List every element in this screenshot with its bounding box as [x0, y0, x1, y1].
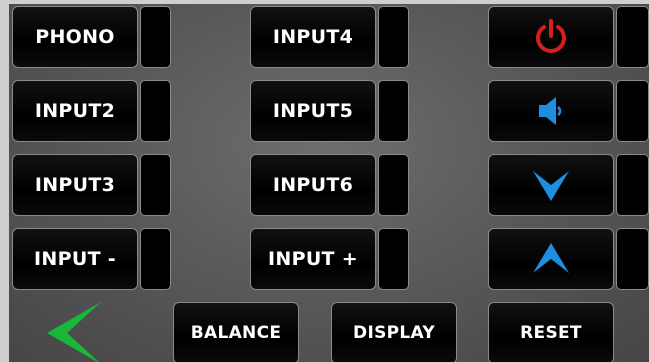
input-minus-button[interactable]: INPUT -	[12, 228, 138, 290]
up-button[interactable]	[488, 228, 614, 290]
reset-button[interactable]: RESET	[488, 302, 614, 362]
remote-control-panel: PHONO INPUT2 INPUT3 INPUT - INPUT4 INPUT…	[0, 0, 649, 362]
power-icon	[536, 19, 566, 53]
input5-side-tab	[378, 80, 409, 142]
down-button[interactable]	[488, 154, 614, 216]
top-frame-strip	[0, 0, 649, 4]
input-plus-side-tab	[378, 228, 409, 290]
speaker-icon	[539, 97, 562, 125]
input5-button[interactable]: INPUT5	[250, 80, 376, 142]
balance-button[interactable]: BALANCE	[173, 302, 299, 362]
input6-button[interactable]: INPUT6	[250, 154, 376, 216]
power-button[interactable]	[488, 6, 614, 68]
input-plus-button[interactable]: INPUT +	[250, 228, 376, 290]
back-button[interactable]	[45, 302, 105, 362]
input2-button[interactable]: INPUT2	[12, 80, 138, 142]
input4-side-tab	[378, 6, 409, 68]
phono-side-tab	[140, 6, 171, 68]
input-minus-side-tab	[140, 228, 171, 290]
input3-button[interactable]: INPUT3	[12, 154, 138, 216]
up-side-tab	[616, 228, 649, 290]
phono-button[interactable]: PHONO	[12, 6, 138, 68]
input2-side-tab	[140, 80, 171, 142]
back-arrow-icon	[47, 302, 101, 362]
volume-side-tab	[616, 80, 649, 142]
input6-side-tab	[378, 154, 409, 216]
down-side-tab	[616, 154, 649, 216]
chevron-down-icon	[533, 171, 569, 201]
input3-side-tab	[140, 154, 171, 216]
display-button[interactable]: DISPLAY	[331, 302, 457, 362]
left-frame-strip	[0, 0, 9, 362]
chevron-up-icon	[533, 243, 569, 273]
input4-button[interactable]: INPUT4	[250, 6, 376, 68]
power-side-tab	[616, 6, 649, 68]
volume-button[interactable]	[488, 80, 614, 142]
